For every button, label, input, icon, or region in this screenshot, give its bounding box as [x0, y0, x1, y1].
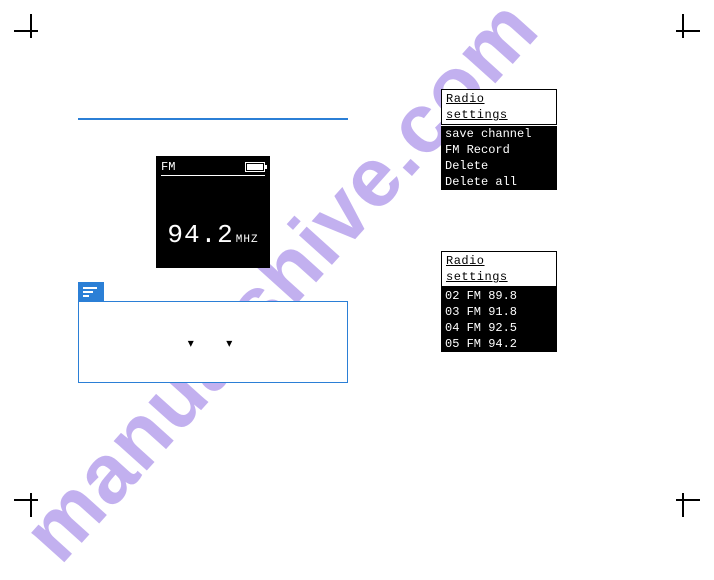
radio-frequency-unit: MHZ — [236, 234, 259, 246]
note-callout-box: ▾ ▾ — [78, 301, 348, 383]
crop-mark-tr — [672, 14, 700, 42]
channel-list-item[interactable]: 04 FM 92.5 — [445, 320, 553, 336]
radio-band-label: FM — [161, 160, 175, 174]
channel-list-item[interactable]: 02 FM 89.8 — [445, 288, 553, 304]
menu-item-save-channel[interactable]: save channel — [445, 126, 553, 142]
menu-item-fm-record[interactable]: FM Record — [445, 142, 553, 158]
note-icon — [78, 282, 104, 302]
channel-list-menu: Radio settings 01 FM 87.8 02 FM 89.8 03 … — [441, 270, 557, 352]
section-divider — [78, 118, 348, 120]
crop-mark-br — [672, 489, 700, 517]
crop-mark-bl — [14, 489, 42, 517]
battery-icon — [245, 162, 265, 172]
channel-list-item[interactable]: 05 FM 94.2 — [445, 336, 553, 352]
menu-header: Radio settings — [441, 89, 557, 125]
menu-item-delete-all[interactable]: Delete all — [445, 174, 553, 190]
channel-list-item[interactable]: 03 FM 91.8 — [445, 304, 553, 320]
menu-header: Radio settings — [441, 251, 557, 287]
menu-item-delete[interactable]: Delete — [445, 158, 553, 174]
radio-screen: FM 94.2 MHZ — [156, 156, 270, 268]
crop-mark-tl — [14, 14, 42, 42]
note-arrows: ▾ ▾ — [79, 336, 347, 351]
radio-settings-menu: Radio settings Auto search save channel … — [441, 108, 557, 190]
radio-frequency-value: 94.2 — [167, 220, 233, 250]
